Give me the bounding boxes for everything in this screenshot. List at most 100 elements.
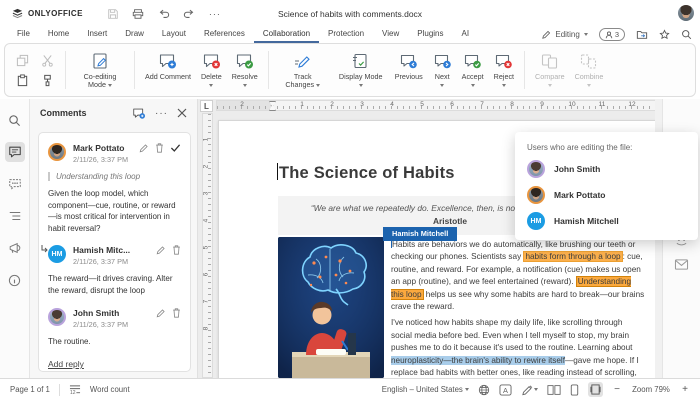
next-change-button[interactable]: Next — [428, 44, 457, 96]
onlyoffice-logo-icon — [12, 8, 23, 19]
tab-stop-selector[interactable]: L — [200, 100, 213, 112]
display-mode-button[interactable]: Display Mode — [332, 44, 390, 96]
tab-protection[interactable]: Protection — [319, 27, 373, 43]
zoom-out-button[interactable]: − — [612, 384, 622, 395]
comment-highlight: habits form through a loop — [523, 251, 622, 262]
tab-draw[interactable]: Draw — [116, 27, 153, 43]
tab-plugins[interactable]: Plugins — [408, 27, 452, 43]
cut-icon[interactable] — [39, 54, 55, 67]
fit-page-view-icon[interactable] — [588, 382, 603, 397]
delete-comment-icon — [202, 51, 221, 71]
reject-change-button[interactable]: Reject — [489, 44, 519, 96]
tab-home[interactable]: Home — [39, 27, 78, 43]
zoom-in-button[interactable]: + — [680, 384, 690, 395]
vertical-ruler[interactable]: 12345678 — [202, 113, 213, 378]
track-changes-toggle[interactable] — [521, 384, 538, 396]
mobile-view-icon[interactable] — [570, 384, 579, 396]
find-icon[interactable] — [5, 110, 25, 130]
feedback-icon[interactable] — [5, 238, 25, 258]
accept-change-button[interactable]: Accept — [457, 44, 489, 96]
comment-quoted-text: Understanding this loop — [48, 172, 181, 181]
chat-icon[interactable] — [5, 174, 25, 194]
add-comment-icon — [158, 51, 177, 71]
resolve-check-icon[interactable] — [170, 143, 181, 153]
tab-layout[interactable]: Layout — [153, 27, 195, 43]
previous-change-button[interactable]: Previous — [390, 44, 428, 96]
panel-add-comment-icon[interactable] — [132, 107, 146, 120]
editing-mode-dropdown[interactable]: Editing — [541, 30, 587, 40]
tab-insert[interactable]: Insert — [78, 27, 116, 43]
paste-icon[interactable] — [14, 74, 30, 87]
indent-marker[interactable] — [269, 101, 276, 111]
navigation-headings-icon[interactable] — [5, 206, 25, 226]
set-language-globe-icon[interactable] — [478, 384, 490, 396]
display-mode-icon — [351, 51, 370, 71]
tab-file[interactable]: File — [8, 27, 39, 43]
user-row-hamish-mitchell: HM Hamish Mitchell — [527, 212, 686, 230]
save-icon[interactable] — [107, 8, 119, 20]
spell-check-icon[interactable]: A — [499, 384, 512, 396]
tab-collaboration[interactable]: Collaboration — [254, 27, 319, 43]
coeditor-selection: neuroplasticity—the brain's ability to r… — [391, 356, 565, 365]
user-row-mark-pottato: Mark Pottato — [527, 186, 686, 204]
tab-bar: File Home Insert Draw Layout References … — [0, 27, 700, 42]
editing-users-count[interactable]: 3 — [599, 28, 625, 41]
edit-reply-icon[interactable] — [156, 308, 166, 318]
editing-users-popup: Users who are editing the file: John Smi… — [515, 132, 698, 240]
page-indicator[interactable]: Page 1 of 1 — [10, 385, 50, 394]
tab-references[interactable]: References — [195, 27, 254, 43]
user-row-john-smith: John Smith — [527, 160, 686, 178]
paragraph-1: Habits are behaviors we do automatically… — [391, 239, 645, 313]
add-comment-button[interactable]: Add Comment — [140, 44, 196, 96]
brain-illustration-image[interactable] — [278, 237, 384, 378]
delete-reply-icon[interactable] — [172, 308, 181, 318]
avatar-mark-pottato — [527, 186, 545, 204]
language-selector[interactable]: English – United States — [382, 385, 469, 394]
paragraph-2: I've noticed how habits shape my daily l… — [391, 317, 645, 378]
status-bar: Page 1 of 1 12 Word count English – Unit… — [0, 378, 700, 400]
track-changes-button[interactable]: Track Changes — [274, 44, 332, 96]
edit-reply-icon[interactable] — [156, 245, 166, 255]
comments-panel-icon[interactable] — [5, 142, 25, 162]
delete-comment-icon[interactable] — [155, 143, 164, 153]
delete-comment-button[interactable]: Delete — [196, 44, 227, 96]
horizontal-ruler[interactable]: 21123456789101112 — [216, 100, 662, 111]
comment-thread-card[interactable]: Mark Pottato 2/11/26, 3:37 PM Understand… — [38, 132, 191, 372]
favorite-star-icon[interactable] — [659, 29, 670, 40]
print-icon[interactable] — [132, 8, 144, 20]
reject-change-icon — [494, 51, 513, 71]
tab-ai[interactable]: AI — [453, 27, 479, 43]
avatar-mark-pottato — [48, 143, 66, 161]
panel-close-icon[interactable] — [177, 108, 187, 118]
about-info-icon[interactable] — [5, 270, 25, 290]
resolve-comment-button[interactable]: Resolve — [227, 44, 263, 96]
two-pages-view-icon[interactable] — [547, 384, 561, 396]
search-icon[interactable] — [681, 29, 692, 40]
delete-reply-icon[interactable] — [172, 245, 181, 255]
previous-change-icon — [399, 51, 418, 71]
comments-panel-title: Comments — [40, 108, 123, 118]
format-painter-icon[interactable] — [39, 74, 55, 87]
open-file-location-icon[interactable] — [636, 29, 648, 40]
tab-view[interactable]: View — [373, 27, 408, 43]
current-user-avatar[interactable] — [678, 5, 694, 21]
combine-button[interactable]: Combine — [570, 44, 609, 96]
comment-reply: John Smith 2/11/26, 3:37 PM The routine. — [48, 308, 181, 348]
word-count-label[interactable]: Word count — [90, 385, 130, 394]
collaboration-toolbar: Co-editing Mode Add Comment Delete Resol… — [4, 43, 696, 97]
combine-icon — [579, 51, 598, 71]
panel-more-icon[interactable]: ··· — [155, 108, 168, 119]
text-cursor — [277, 163, 278, 180]
edit-comment-icon[interactable] — [139, 143, 149, 153]
coediting-mode-button[interactable]: Co-editing Mode — [71, 44, 129, 96]
compare-button[interactable]: Compare — [530, 44, 570, 96]
comments-panel: Comments ··· Mark Pottato 2/11/26, 3:37 … — [30, 99, 198, 378]
copy-icon[interactable] — [14, 54, 30, 67]
zoom-level[interactable]: Zoom 79% — [631, 385, 671, 394]
doc-body-text[interactable]: Habits are behaviors we do automatically… — [391, 239, 645, 378]
doc-heading: The Science of Habits — [277, 163, 455, 183]
add-reply-link[interactable]: Add reply — [48, 359, 84, 369]
mail-merge-settings-icon[interactable] — [674, 258, 689, 271]
reply-arrow-icon — [41, 245, 48, 254]
left-sidebar-rail — [0, 99, 30, 378]
